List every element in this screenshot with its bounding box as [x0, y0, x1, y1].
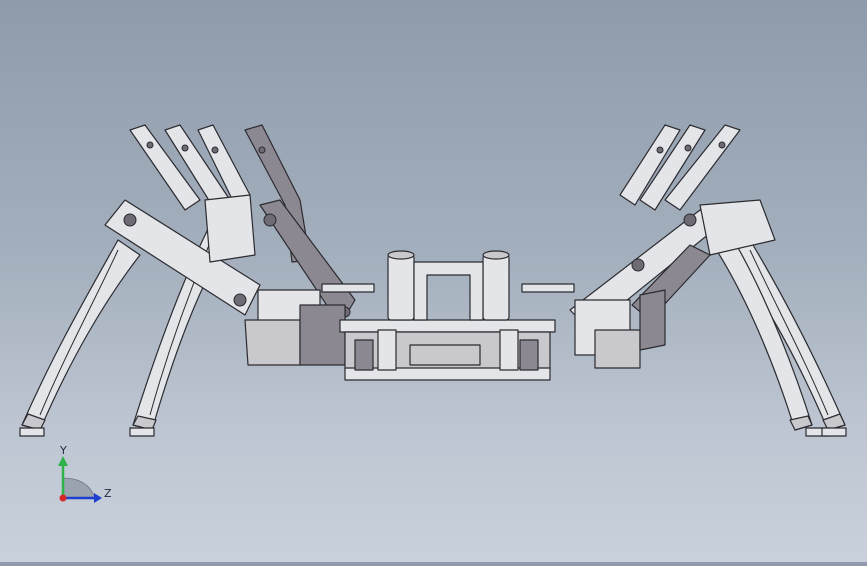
- triad-origin-icon: [59, 494, 67, 502]
- z-axis-label: Z: [104, 487, 112, 500]
- y-axis-arrowhead-icon: [58, 456, 68, 466]
- z-axis-arrowhead-icon: [94, 493, 102, 503]
- ultrasonic-sensor[interactable]: [387, 250, 510, 321]
- triad-plane-icon: [62, 477, 96, 499]
- femur-right-group[interactable]: [619, 124, 741, 211]
- y-axis-label: Y: [59, 444, 67, 457]
- leg-left-outer[interactable]: [21, 239, 141, 431]
- orientation-triad[interactable]: Y Z: [58, 444, 112, 503]
- body-chassis[interactable]: [321, 283, 575, 381]
- robot-model[interactable]: [19, 124, 847, 437]
- foot-tips: [19, 427, 847, 437]
- cad-viewport[interactable]: Y Z: [0, 0, 867, 562]
